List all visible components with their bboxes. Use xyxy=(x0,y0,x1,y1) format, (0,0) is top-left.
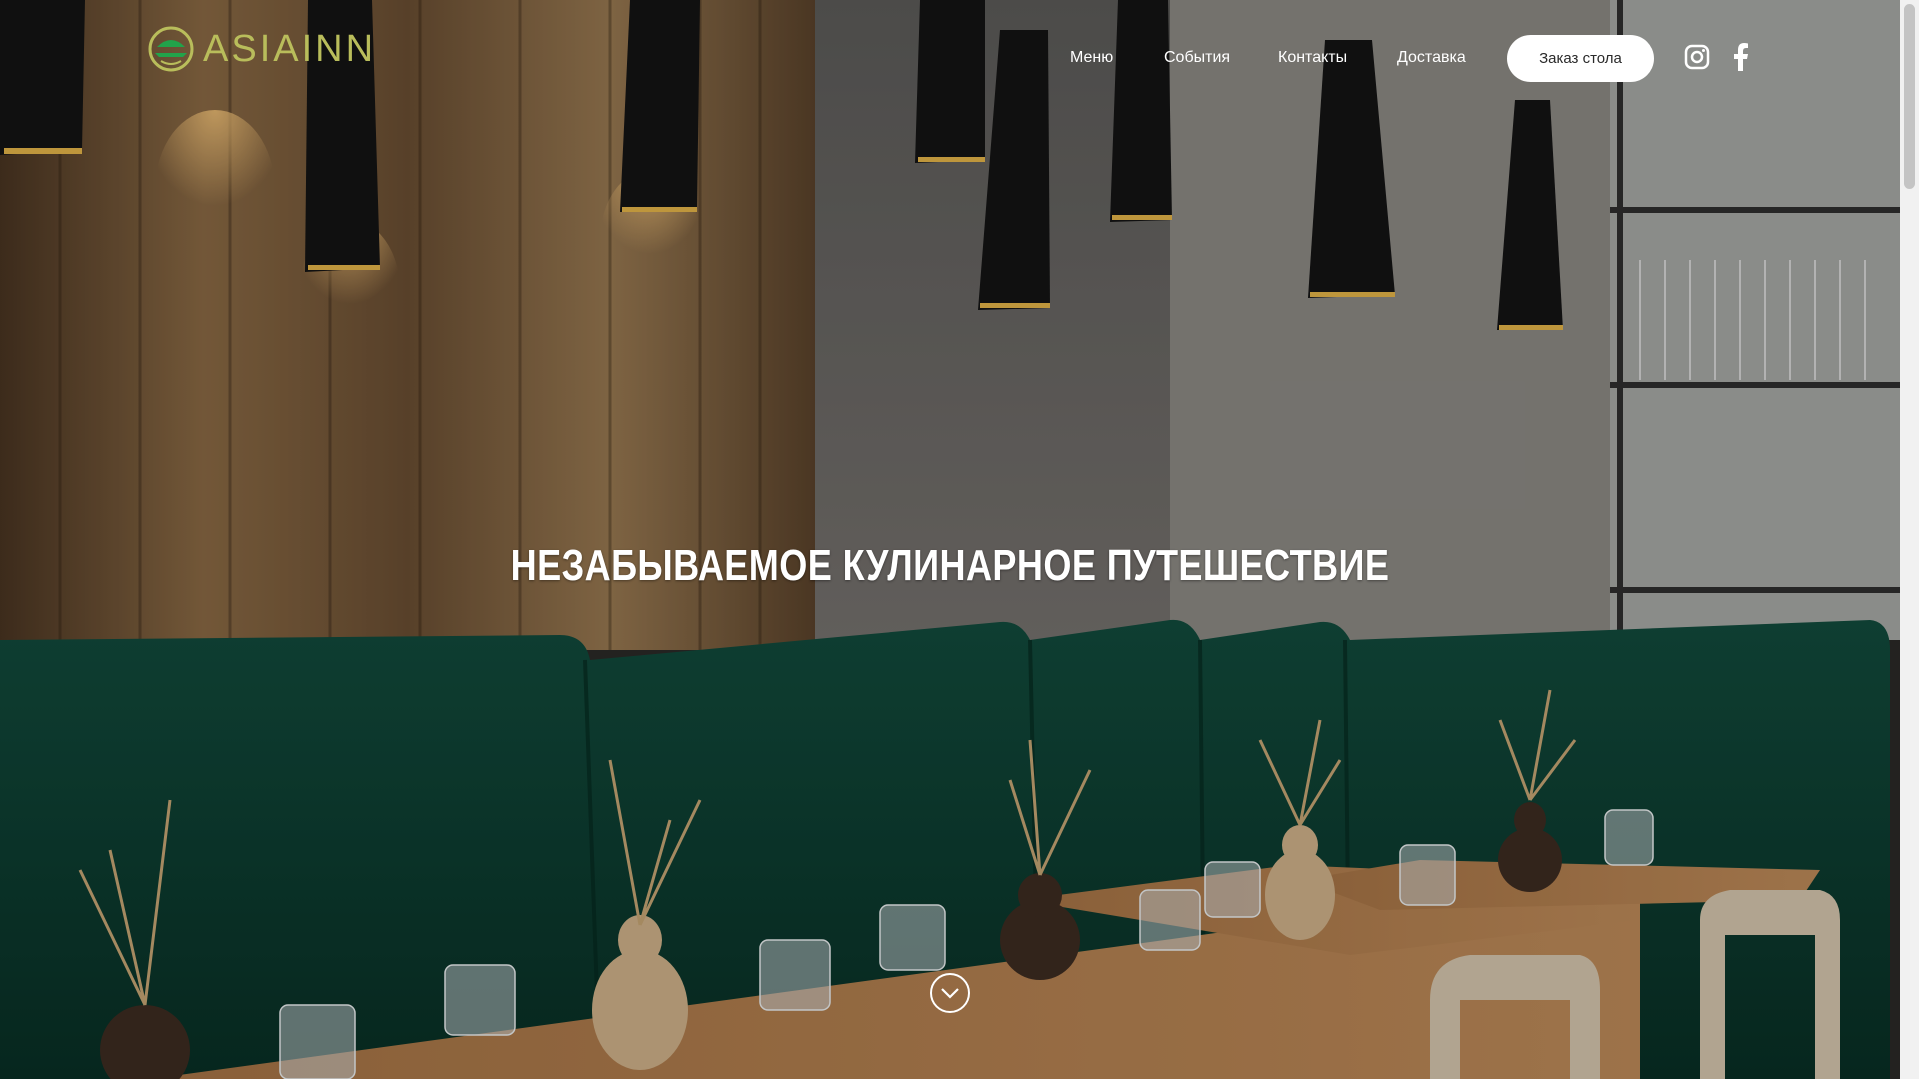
lotus-logo-icon xyxy=(148,26,194,72)
nav-item-contacts[interactable]: Контакты xyxy=(1278,49,1347,67)
scroll-down-button[interactable] xyxy=(930,973,970,1013)
facebook-link[interactable] xyxy=(1726,40,1756,74)
brand-name: ASIAINN xyxy=(203,27,377,70)
page-scrollbar[interactable] xyxy=(1900,0,1919,1079)
scrollbar-thumb[interactable] xyxy=(1904,4,1915,189)
facebook-icon xyxy=(1734,43,1748,71)
brand-logo[interactable]: ASIAINN xyxy=(147,20,397,78)
hero-section: ASIAINN Меню События Контакты Доставка З… xyxy=(0,0,1900,1079)
instagram-icon xyxy=(1684,44,1710,70)
nav-item-delivery[interactable]: Доставка xyxy=(1397,49,1466,67)
nav-item-events[interactable]: События xyxy=(1164,49,1230,67)
nav-item-menu[interactable]: Меню xyxy=(1070,49,1113,67)
hero-dark-overlay xyxy=(0,0,1900,1079)
instagram-link[interactable] xyxy=(1682,40,1712,74)
hero-headline: НЕЗАБЫВАЕМОЕ КУЛИНАРНОЕ ПУТЕШЕСТВИЕ xyxy=(510,541,1390,591)
chevron-down-icon xyxy=(941,988,959,999)
reserve-table-button[interactable]: Заказ стола xyxy=(1507,35,1654,82)
